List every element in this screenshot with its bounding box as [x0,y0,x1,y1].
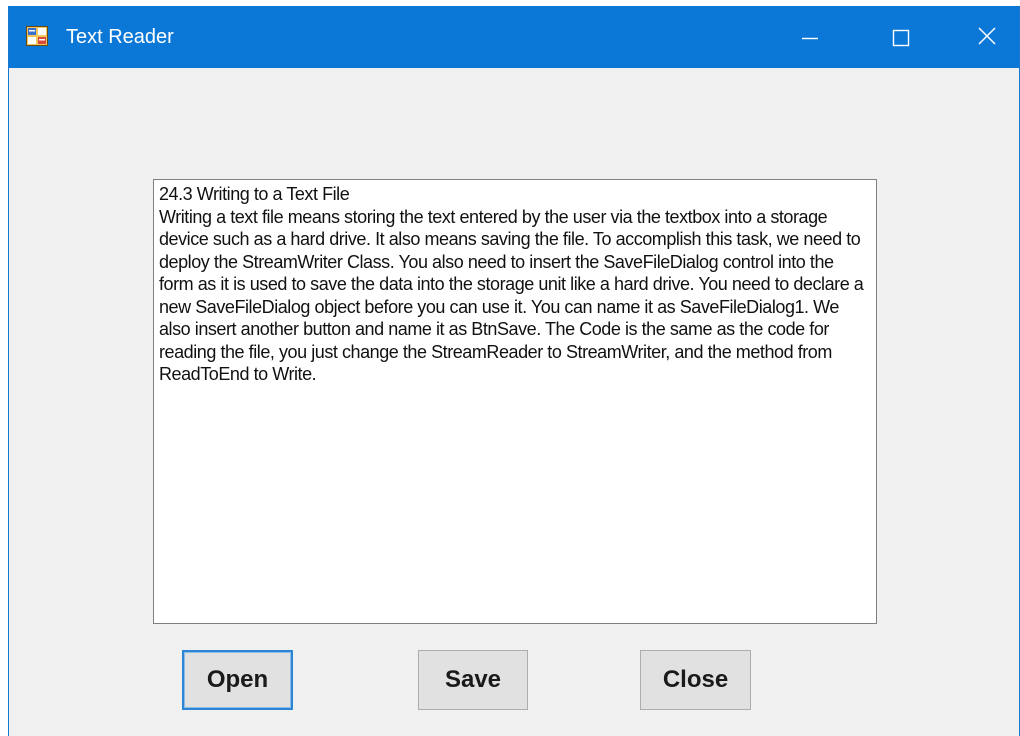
close-button[interactable]: Close [640,650,751,710]
window-title: Text Reader [66,26,174,48]
title-bar[interactable]: Text Reader [9,6,1019,68]
maximize-button[interactable] [855,6,945,68]
open-button[interactable]: Open [182,650,293,710]
text-reader-window: Text Reader 24.3 Writing to a Text File … [8,6,1020,736]
form-app-icon[interactable] [26,26,48,46]
text-content-box[interactable]: 24.3 Writing to a Text File Writing a te… [153,179,877,624]
close-window-button[interactable] [945,6,1020,68]
save-button[interactable]: Save [418,650,528,710]
minimize-button[interactable] [765,6,855,68]
